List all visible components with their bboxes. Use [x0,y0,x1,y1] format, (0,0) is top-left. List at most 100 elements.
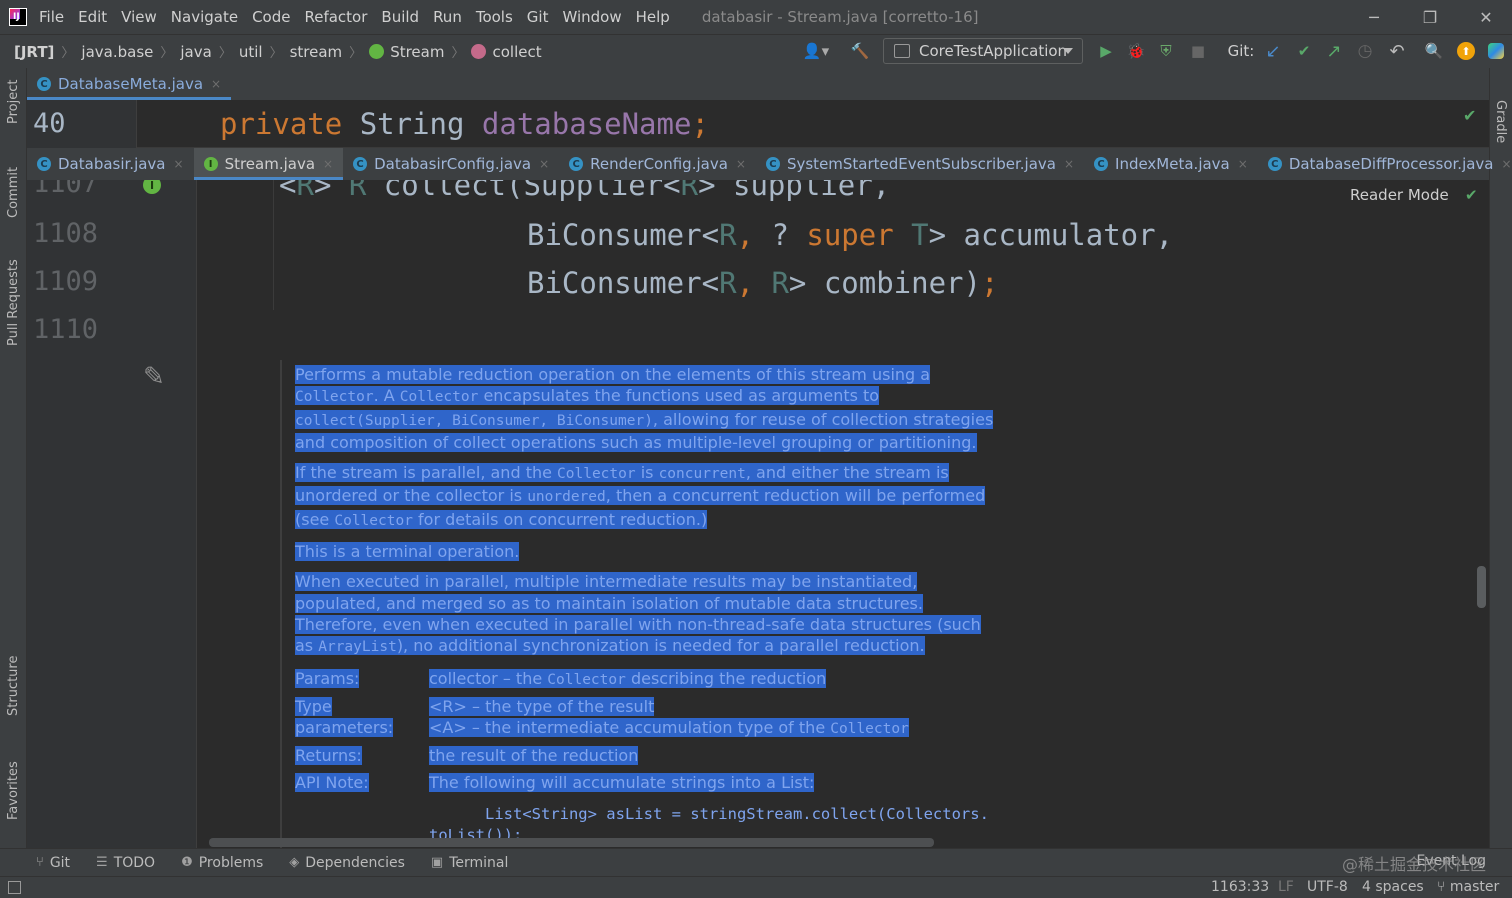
close-icon[interactable]: × [1502,157,1512,171]
user-dropdown-icon[interactable]: 👤▾ [798,34,834,68]
line-separator[interactable]: LF [1278,879,1294,895]
tab-label: Stream.java [224,155,316,173]
build-hammer-icon[interactable]: 🔨 [846,34,874,68]
vertical-scrollbar[interactable] [1477,566,1486,608]
tab-databasediffprocessor[interactable]: C DatabaseDiffProcessor.java × [1258,148,1512,180]
status-bar: 1163:33 LF UTF-8 4 spaces ⑂ master [0,876,1512,898]
menu-refactor[interactable]: Refactor [304,8,367,26]
sticky-code[interactable]: private String databaseName; [220,107,709,141]
git-branch[interactable]: ⑂ master [1437,879,1499,895]
restore-icon[interactable]: ❐ [1402,0,1458,34]
tab-stream[interactable]: I Stream.java × [193,148,344,180]
terminal-icon: ▣ [430,855,444,870]
run-configuration-select[interactable]: CoreTestApplication [883,38,1083,64]
search-icon[interactable]: 🔍 [1420,34,1448,68]
breadcrumb-collect-method[interactable]: collect [471,43,542,61]
menu-help[interactable]: Help [636,8,670,26]
minimize-icon[interactable]: ─ [1346,0,1402,34]
menu-build[interactable]: Build [381,8,419,26]
tool-problems[interactable]: ❶ Problems [181,855,263,871]
intellij-logo-icon[interactable] [9,8,27,26]
menu-run[interactable]: Run [433,8,462,26]
git-update-icon[interactable]: ↙ [1259,34,1287,68]
tool-pull-requests[interactable]: Pull Requests [6,259,21,346]
breadcrumb-util[interactable]: util [239,43,263,61]
update-icon[interactable]: ⬆ [1452,34,1480,68]
tool-favorites[interactable]: Favorites [6,761,21,820]
close-icon[interactable]: × [1064,157,1074,171]
implemented-gutter-icon[interactable]: I [143,180,161,194]
stop-icon[interactable]: ■ [1184,34,1212,68]
tool-windows-icon[interactable] [8,881,21,894]
tab-databasirconfig[interactable]: C DatabasirConfig.java × [343,148,559,180]
breadcrumb-jrt[interactable]: [JRT] [14,43,54,61]
breadcrumb-java-base[interactable]: java.base [81,43,153,61]
tab-indexmeta[interactable]: C IndexMeta.java × [1084,148,1258,180]
tab-databasemeta[interactable]: C DatabaseMeta.java × [27,68,232,100]
git-push-icon[interactable]: ↗ [1320,34,1348,68]
edit-pencil-icon[interactable]: ✎ [143,362,165,392]
menu-navigate[interactable]: Navigate [171,8,238,26]
breadcrumb-separator: 〉 [218,46,232,61]
reader-mode-button[interactable]: Reader Mode [1350,186,1449,204]
tab-renderconfig[interactable]: C RenderConfig.java × [559,148,756,180]
tool-project[interactable]: Project [6,80,21,124]
tool-gradle[interactable]: Gradle [1493,100,1508,143]
tool-terminal[interactable]: ▣ Terminal [431,855,508,871]
code-token: > accumulator, [928,218,1174,252]
inspection-ok-icon[interactable]: ✔ [1465,186,1478,204]
menu-file[interactable]: File [39,8,64,26]
doc-link[interactable]: ArrayList [318,639,397,655]
run-icon[interactable]: ▶ [1092,34,1120,68]
breadcrumb-stream-package[interactable]: stream [290,43,343,61]
code-token: collect(Supplier< [366,180,681,202]
doc-paragraph: If the stream is parallel, and the Colle… [295,462,995,532]
menu-view[interactable]: View [121,8,157,26]
tool-todo[interactable]: ☰ TODO [96,855,155,871]
tab-systemstartedeventsubscriber[interactable]: C SystemStartedEventSubscriber.java × [756,148,1084,180]
tool-label: Terminal [449,854,509,871]
menu-git[interactable]: Git [527,8,549,26]
doc-link[interactable]: Collector [547,672,626,688]
close-window-icon[interactable]: ✕ [1458,0,1512,34]
horizontal-scrollbar[interactable] [209,838,934,847]
class-icon: C [765,157,780,171]
close-icon[interactable]: × [1238,157,1248,171]
menu-code[interactable]: Code [252,8,290,26]
inspection-ok-icon[interactable]: ✔ [1463,106,1476,125]
toolbox-icon[interactable] [1482,34,1510,68]
doc-link[interactable]: Collector [334,513,413,529]
close-icon[interactable]: × [323,157,333,171]
coverage-icon[interactable]: ⛨ [1152,34,1180,68]
caret-position[interactable]: 1163:33 [1211,879,1269,895]
git-history-icon[interactable]: ◷ [1351,34,1379,68]
git-rollback-icon[interactable]: ↶ [1383,34,1411,68]
tab-databasir[interactable]: C Databasir.java × [27,148,194,180]
doc-link[interactable]: collect(Supplier, BiConsumer, BiConsumer… [295,413,653,429]
close-icon[interactable]: × [174,157,184,171]
watermark: @稀土掘金技术社区 [1341,855,1486,874]
menu-tools[interactable]: Tools [476,8,513,26]
file-encoding[interactable]: UTF-8 [1307,879,1348,895]
git-commit-icon[interactable]: ✔ [1290,34,1318,68]
rendered-javadoc[interactable]: Performs a mutable reduction operation o… [295,364,995,798]
editor-gutter: 1107 1108 1109 1110 I ✎ [27,180,197,848]
type-param-token: R [719,218,737,252]
field-name: databaseName [481,107,692,141]
breadcrumb-stream-interface[interactable]: Stream [369,43,444,61]
close-icon[interactable]: × [211,77,221,91]
indent-setting[interactable]: 4 spaces [1362,879,1424,895]
close-icon[interactable]: × [736,157,746,171]
code-token: < [279,180,297,202]
menu-window[interactable]: Window [562,8,621,26]
tool-structure[interactable]: Structure [6,656,21,716]
menu-edit[interactable]: Edit [78,8,107,26]
breadcrumb-java[interactable]: java [180,43,211,61]
doc-text: ), no additional synchronization is need… [396,636,925,656]
tool-git[interactable]: ⑂ Git [36,855,70,871]
debug-icon[interactable]: 🐞 [1122,34,1150,68]
doc-link[interactable]: Collector [830,721,909,737]
tool-commit[interactable]: Commit [6,167,21,218]
close-icon[interactable]: × [539,157,549,171]
tool-dependencies[interactable]: ◈ Dependencies [289,855,405,871]
